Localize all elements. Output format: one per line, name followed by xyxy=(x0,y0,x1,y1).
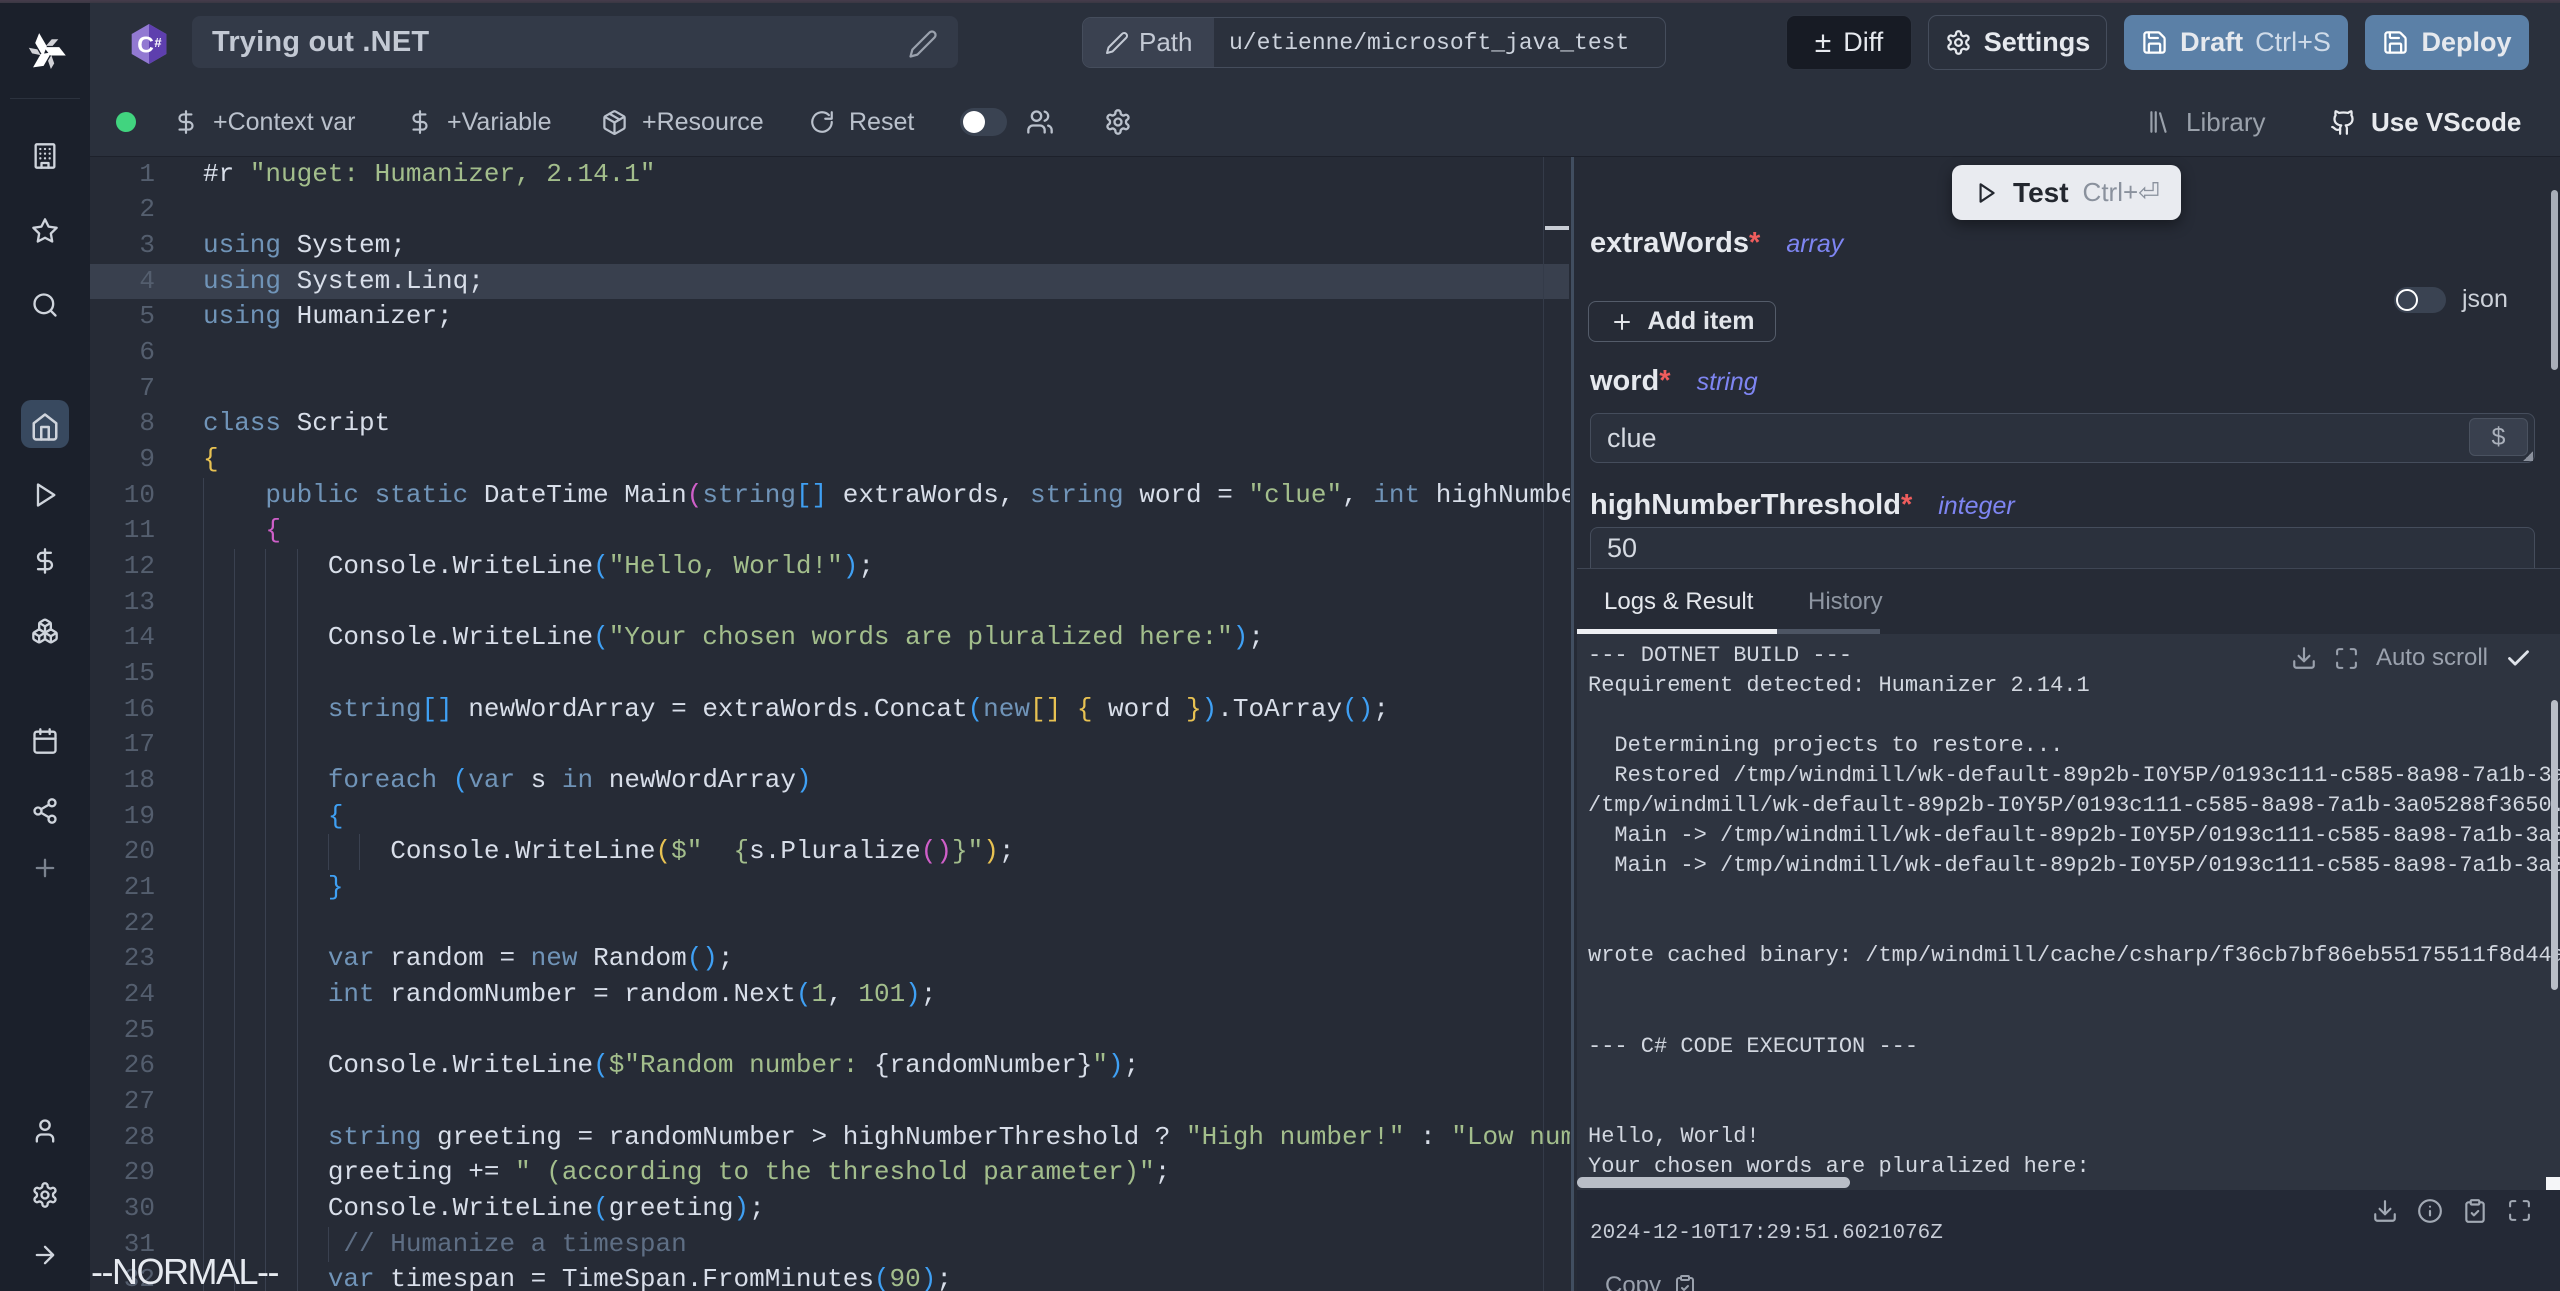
svg-text:#: # xyxy=(154,35,162,50)
svg-text:C: C xyxy=(137,32,154,58)
